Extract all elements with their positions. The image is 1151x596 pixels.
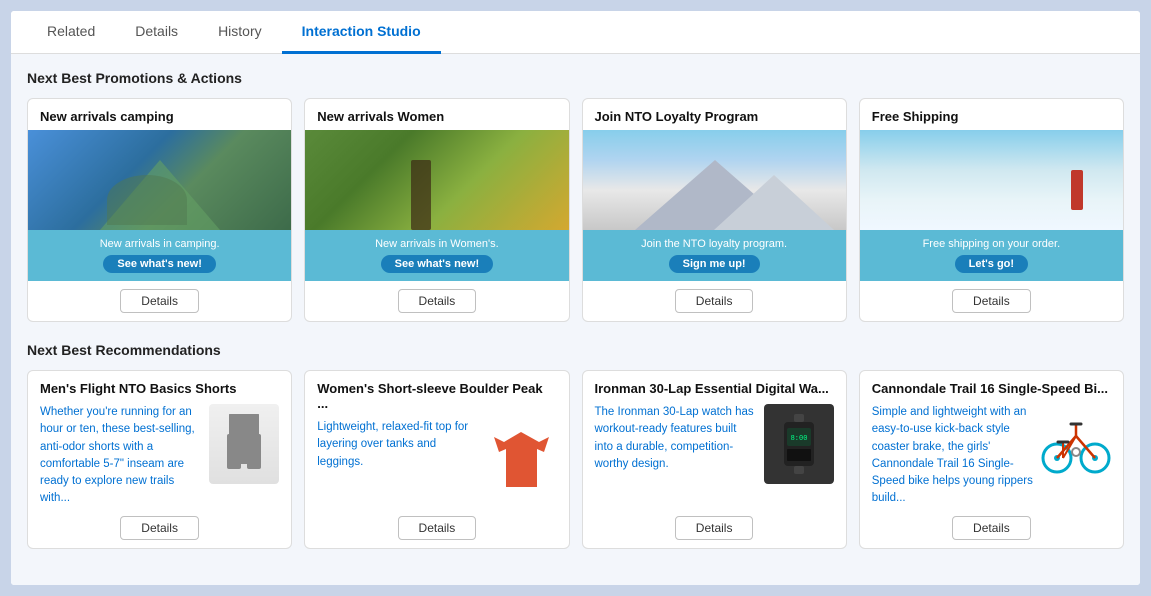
rec-card-bike-body: Simple and lightweight with an easy-to-u… (872, 404, 1111, 508)
tab-related[interactable]: Related (27, 11, 115, 54)
promo-card-loyalty-button[interactable]: Sign me up! (669, 255, 760, 273)
rec-card-watch-details-button[interactable]: Details (675, 516, 754, 540)
rec-card-shorts: Men's Flight NTO Basics Shorts Whether y… (27, 370, 292, 549)
rec-card-watch-title: Ironman 30-Lap Essential Digital Wa... (595, 381, 834, 396)
rec-card-tshirt-details-button[interactable]: Details (398, 516, 477, 540)
promo-card-shipping-title: Free Shipping (860, 99, 1123, 130)
rec-card-bike-desc: Simple and lightweight with an easy-to-u… (872, 404, 1033, 508)
tab-history[interactable]: History (198, 11, 282, 54)
promo-card-camping-footer: Details (28, 281, 291, 321)
main-container: Related Details History Interaction Stud… (10, 10, 1141, 586)
rec-card-tshirt-image (487, 419, 557, 499)
promotions-section: Next Best Promotions & Actions New arriv… (27, 70, 1124, 322)
promo-card-women-banner-text: New arrivals in Women's. (315, 238, 558, 250)
rec-card-watch-image: 8:00 (764, 404, 834, 484)
content-area: Next Best Promotions & Actions New arriv… (11, 54, 1140, 585)
promo-card-women-banner: New arrivals in Women's. See what's new! (305, 230, 568, 281)
tab-details[interactable]: Details (115, 11, 198, 54)
promo-card-shipping: Free Shipping Free shipping on your orde… (859, 98, 1124, 322)
recommendations-title: Next Best Recommendations (27, 342, 1124, 358)
promo-card-women-image (305, 130, 568, 230)
rec-card-bike: Cannondale Trail 16 Single-Speed Bi... S… (859, 370, 1124, 549)
promo-card-camping-button[interactable]: See what's new! (103, 255, 216, 273)
rec-card-tshirt-desc: Lightweight, relaxed-fit top for layerin… (317, 419, 478, 508)
rec-card-shorts-title: Men's Flight NTO Basics Shorts (40, 381, 279, 396)
recommendations-section: Next Best Recommendations Men's Flight N… (27, 342, 1124, 549)
rec-card-bike-footer: Details (872, 508, 1111, 548)
promo-card-loyalty: Join NTO Loyalty Program Join the NTO lo… (582, 98, 847, 322)
promo-card-loyalty-footer: Details (583, 281, 846, 321)
promo-card-camping-image (28, 130, 291, 230)
promo-card-women-title: New arrivals Women (305, 99, 568, 130)
rec-card-tshirt-footer: Details (317, 508, 556, 548)
rec-card-shorts-footer: Details (40, 508, 279, 548)
rec-card-shorts-details-button[interactable]: Details (120, 516, 199, 540)
rec-card-bike-image (1041, 404, 1111, 484)
rec-card-watch-desc: The Ironman 30-Lap watch has workout-rea… (595, 404, 756, 508)
promo-card-loyalty-title: Join NTO Loyalty Program (583, 99, 846, 130)
promotions-title: Next Best Promotions & Actions (27, 70, 1124, 86)
promo-card-women-details-button[interactable]: Details (398, 289, 477, 313)
promo-card-camping-banner-text: New arrivals in camping. (38, 238, 281, 250)
promo-card-shipping-banner: Free shipping on your order. Let's go! (860, 230, 1123, 281)
promo-card-women-footer: Details (305, 281, 568, 321)
promotions-cards-row: New arrivals camping New arrivals in cam… (27, 98, 1124, 322)
promo-card-loyalty-banner: Join the NTO loyalty program. Sign me up… (583, 230, 846, 281)
promo-card-women: New arrivals Women New arrivals in Women… (304, 98, 569, 322)
promo-card-camping: New arrivals camping New arrivals in cam… (27, 98, 292, 322)
promo-card-shipping-footer: Details (860, 281, 1123, 321)
rec-card-shorts-desc: Whether you're running for an hour or te… (40, 404, 201, 508)
recommendations-cards-row: Men's Flight NTO Basics Shorts Whether y… (27, 370, 1124, 549)
tab-interaction-studio[interactable]: Interaction Studio (282, 11, 441, 54)
svg-text:8:00: 8:00 (790, 435, 807, 443)
promo-card-camping-banner: New arrivals in camping. See what's new! (28, 230, 291, 281)
promo-card-women-button[interactable]: See what's new! (381, 255, 494, 273)
rec-card-watch-footer: Details (595, 508, 834, 548)
tab-bar: Related Details History Interaction Stud… (11, 11, 1140, 54)
rec-card-tshirt-body: Lightweight, relaxed-fit top for layerin… (317, 419, 556, 508)
rec-card-watch-body: The Ironman 30-Lap watch has workout-rea… (595, 404, 834, 508)
promo-card-shipping-button[interactable]: Let's go! (955, 255, 1028, 273)
promo-card-camping-details-button[interactable]: Details (120, 289, 199, 313)
rec-card-shorts-body: Whether you're running for an hour or te… (40, 404, 279, 508)
rec-card-bike-details-button[interactable]: Details (952, 516, 1031, 540)
promo-card-shipping-details-button[interactable]: Details (952, 289, 1031, 313)
promo-card-loyalty-banner-text: Join the NTO loyalty program. (593, 238, 836, 250)
rec-card-bike-title: Cannondale Trail 16 Single-Speed Bi... (872, 381, 1111, 396)
rec-card-tshirt: Women's Short-sleeve Boulder Peak ... Li… (304, 370, 569, 549)
promo-card-loyalty-image (583, 130, 846, 230)
rec-card-shorts-image (209, 404, 279, 484)
rec-card-tshirt-title: Women's Short-sleeve Boulder Peak ... (317, 381, 556, 411)
promo-card-shipping-image (860, 130, 1123, 230)
promo-card-shipping-banner-text: Free shipping on your order. (870, 238, 1113, 250)
promo-card-loyalty-details-button[interactable]: Details (675, 289, 754, 313)
promo-card-camping-title: New arrivals camping (28, 99, 291, 130)
rec-card-watch: Ironman 30-Lap Essential Digital Wa... T… (582, 370, 847, 549)
